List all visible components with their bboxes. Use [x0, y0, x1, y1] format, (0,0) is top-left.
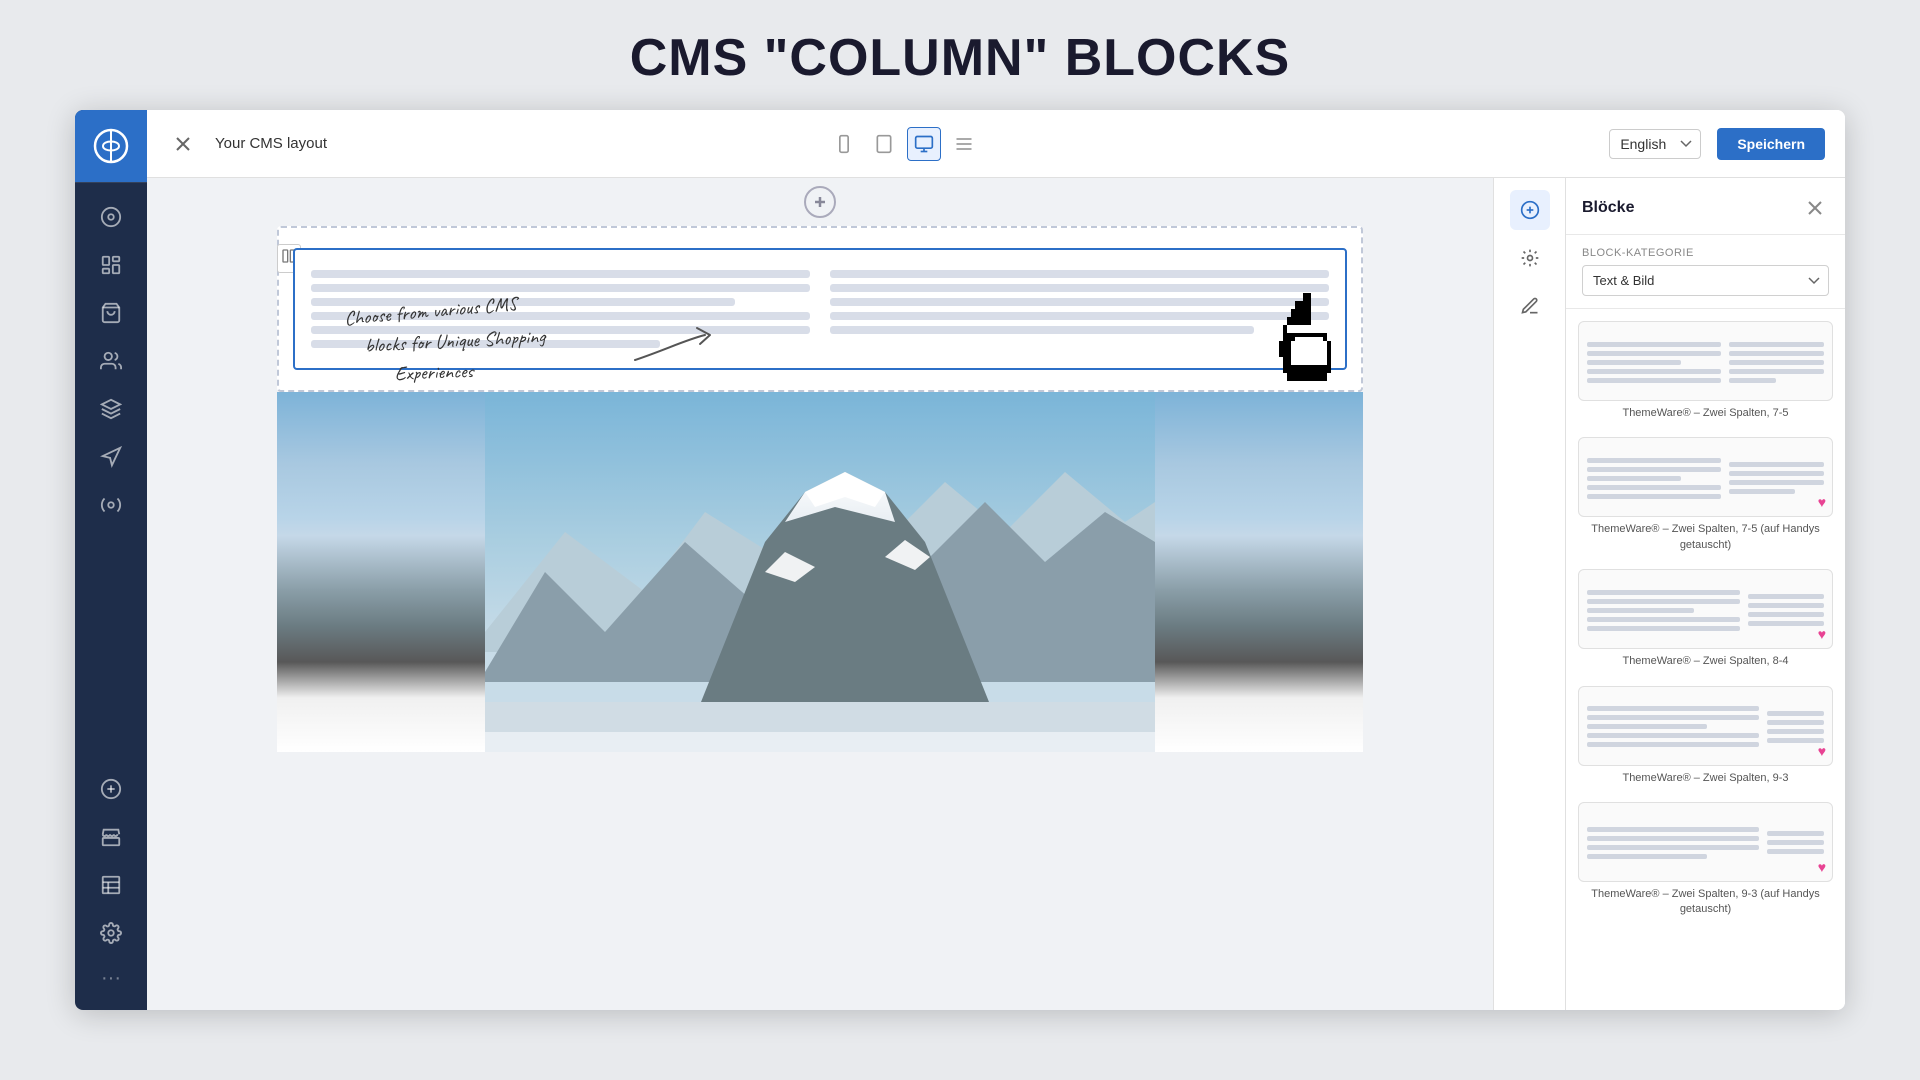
text-line: [311, 312, 810, 320]
mobile-view-toggle[interactable]: [827, 127, 861, 161]
desktop-view-toggle[interactable]: [907, 127, 941, 161]
blocks-list: ThemeWare® – Zwei Spalten, 7-5: [1566, 309, 1845, 1010]
text-line: [311, 284, 810, 292]
block-item-9-3-handy: ♥ ThemeWare® – Zwei Spalten, 9-3 (auf Ha…: [1578, 802, 1833, 918]
filter-label: Block-Kategorie: [1582, 247, 1829, 259]
blocks-sidebar: Blöcke Block-Kategorie Text & Bild: [1565, 178, 1845, 1010]
block-category-select[interactable]: Text & Bild Text Bild Video Produkte: [1582, 265, 1829, 296]
block-item-7-5: ThemeWare® – Zwei Spalten, 7-5: [1578, 321, 1833, 421]
text-line: [830, 312, 1329, 320]
text-line: [830, 298, 1329, 306]
sidebar-item-table[interactable]: [89, 863, 133, 907]
heart-icon-9-3-handy[interactable]: ♥: [1818, 859, 1826, 875]
text-line: [311, 340, 660, 348]
right-panel: [1493, 178, 1565, 1010]
filter-select-wrap: Text & Bild Text Bild Video Produkte: [1582, 265, 1829, 296]
right-panel-add-icon[interactable]: [1510, 190, 1550, 230]
sidebar-logo[interactable]: [75, 110, 147, 182]
language-select[interactable]: English Deutsch: [1609, 129, 1701, 159]
block-name-7-5: ThemeWare® – Zwei Spalten, 7-5: [1578, 406, 1833, 421]
text-col-left: [311, 270, 810, 348]
right-panel-edit-icon[interactable]: [1510, 286, 1550, 326]
canvas-area: Choose from various CMS blocks for Uniqu…: [147, 178, 1493, 1010]
app-container: ··· Your CMS layout: [75, 110, 1845, 1010]
block-preview-9-3-handy[interactable]: ♥: [1578, 802, 1833, 882]
sidebar-more-dots[interactable]: ···: [93, 959, 129, 998]
editor-area: Choose from various CMS blocks for Uniqu…: [147, 178, 1845, 1010]
sidebar-nav: [89, 183, 133, 755]
save-button[interactable]: Speichern: [1717, 128, 1825, 160]
add-block-bar: [147, 178, 1493, 226]
sidebar-item-layers[interactable]: [89, 387, 133, 431]
sidebar-item-shopping[interactable]: [89, 291, 133, 335]
topbar: Your CMS layout: [147, 110, 1845, 178]
blocks-filter: Block-Kategorie Text & Bild Text Bild Vi…: [1566, 235, 1845, 309]
blocks-panel-title: Blöcke: [1582, 199, 1634, 217]
mountain-image-block: [277, 392, 1363, 752]
text-columns-block-container: Choose from various CMS blocks for Uniqu…: [277, 226, 1363, 392]
main-content: Your CMS layout: [147, 110, 1845, 1010]
sidebar-item-theme[interactable]: [89, 483, 133, 527]
tablet-view-toggle[interactable]: [867, 127, 901, 161]
close-button[interactable]: [167, 128, 199, 160]
block-name-8-4: ThemeWare® – Zwei Spalten, 8-4: [1578, 654, 1833, 669]
sidebar-item-store[interactable]: [89, 815, 133, 859]
sidebar-bottom: ···: [89, 755, 133, 1010]
heart-icon-9-3[interactable]: ♥: [1818, 743, 1826, 759]
sidebar-item-users[interactable]: [89, 339, 133, 383]
blocks-panel-close[interactable]: [1801, 194, 1829, 222]
block-preview-9-3[interactable]: ♥: [1578, 686, 1833, 766]
list-view-toggle[interactable]: [947, 127, 981, 161]
block-item-8-4: ♥ ThemeWare® – Zwei Spalten, 8-4: [1578, 569, 1833, 669]
block-item-7-5-handy: ♥ ThemeWare® – Zwei Spalten, 7-5 (auf Ha…: [1578, 437, 1833, 553]
block-preview-8-4[interactable]: ♥: [1578, 569, 1833, 649]
right-panel-settings-icon[interactable]: [1510, 238, 1550, 278]
sidebar-item-dashboard[interactable]: [89, 195, 133, 239]
text-columns-selected-block[interactable]: Choose from various CMS blocks for Uniqu…: [293, 248, 1347, 370]
blocks-panel-header: Blöcke: [1566, 178, 1845, 235]
text-line: [311, 326, 810, 334]
sidebar: ···: [75, 110, 147, 1010]
heart-icon[interactable]: ♥: [1818, 494, 1826, 510]
cms-block-dashed-wrapper[interactable]: Choose from various CMS blocks for Uniqu…: [277, 226, 1363, 392]
layout-title: Your CMS layout: [215, 135, 811, 152]
text-col-right: [830, 270, 1329, 348]
sidebar-item-add[interactable]: [89, 767, 133, 811]
text-line: [830, 270, 1329, 278]
sidebar-item-settings[interactable]: [89, 911, 133, 955]
block-name-7-5-handy: ThemeWare® – Zwei Spalten, 7-5 (auf Hand…: [1578, 522, 1833, 553]
page-header: CMS "COLUMN" BLOCKS: [0, 0, 1920, 110]
block-item-9-3: ♥ ThemeWare® – Zwei Spalten, 9-3: [1578, 686, 1833, 786]
sidebar-item-pages[interactable]: [89, 243, 133, 287]
block-preview-7-5-handy[interactable]: ♥: [1578, 437, 1833, 517]
canvas-content: Choose from various CMS blocks for Uniqu…: [147, 226, 1493, 1010]
block-preview-7-5[interactable]: [1578, 321, 1833, 401]
text-line: [830, 326, 1254, 334]
page-title: CMS "COLUMN" BLOCKS: [0, 28, 1920, 88]
add-block-button[interactable]: [804, 186, 836, 218]
view-toggles: [827, 127, 981, 161]
block-name-9-3: ThemeWare® – Zwei Spalten, 9-3: [1578, 771, 1833, 786]
text-line: [311, 298, 735, 306]
sidebar-item-megaphone[interactable]: [89, 435, 133, 479]
heart-icon-8-4[interactable]: ♥: [1818, 626, 1826, 642]
text-line: [311, 270, 810, 278]
svg-text:Experiences: Experiences: [394, 358, 475, 386]
text-line: [830, 284, 1329, 292]
block-name-9-3-handy: ThemeWare® – Zwei Spalten, 9-3 (auf Hand…: [1578, 887, 1833, 918]
